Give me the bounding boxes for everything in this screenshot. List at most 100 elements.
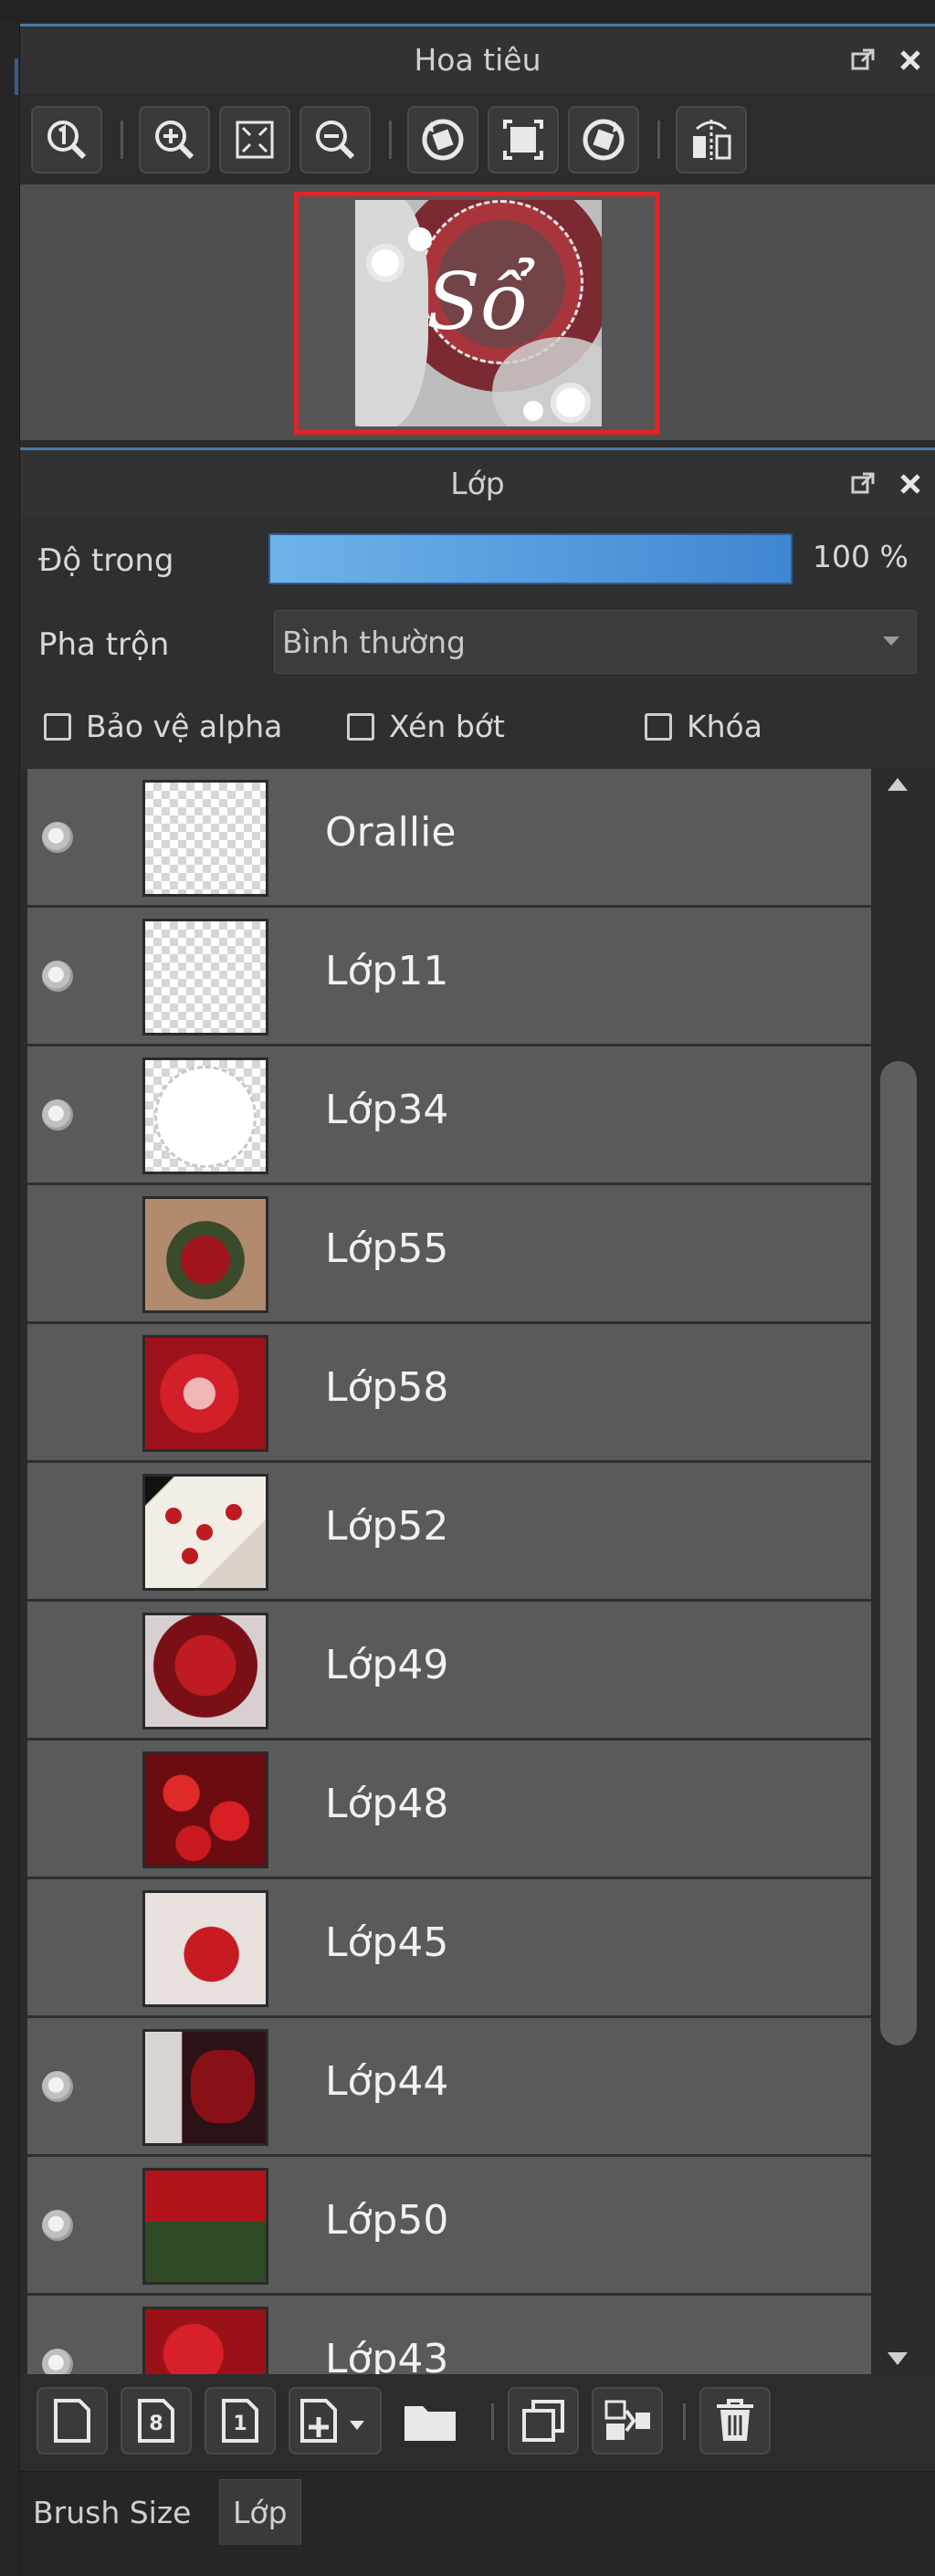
layer-row[interactable]: Lớp50 <box>27 2157 871 2296</box>
checkbox-box[interactable] <box>347 712 374 741</box>
navigator-panel: Hoa tiêu <box>20 24 935 93</box>
navigator-viewport-frame[interactable]: Sổ <box>294 192 659 435</box>
layer-name: Orallie <box>325 809 457 856</box>
layer-thumbnail <box>142 1474 268 1591</box>
new-8bit-layer-button[interactable]: 8 <box>121 2387 192 2455</box>
layer-thumbnail <box>142 1057 268 1174</box>
fit-window-icon <box>503 120 543 160</box>
tab-layers[interactable]: Lớp <box>219 2479 301 2545</box>
visibility-toggle[interactable] <box>42 1099 73 1130</box>
lock-checkbox[interactable]: Khóa <box>645 709 762 744</box>
checkbox-box[interactable] <box>645 712 672 741</box>
new-1bit-layer-button[interactable]: 1 <box>205 2387 276 2455</box>
zoom-actual-button[interactable] <box>31 106 102 173</box>
layer-row[interactable]: Lớp45 <box>27 1879 871 2018</box>
layer-list-scrollbar[interactable] <box>875 769 922 2374</box>
scrollbar-thumb[interactable] <box>880 1061 917 2045</box>
close-icon[interactable] <box>897 47 924 74</box>
layer-row[interactable]: Lớp44 <box>27 2018 871 2157</box>
zoom-in-icon <box>155 121 194 160</box>
visibility-toggle[interactable] <box>42 2210 73 2241</box>
layer-list[interactable]: Orallie Lớp11 Lớp34 Lớp55 Lớp58 Lớp52 Lớ… <box>27 769 871 2374</box>
layers-panel: Lớp <box>20 447 935 517</box>
layer-row[interactable]: Lớp43 <box>27 2296 871 2374</box>
layer-name: Lớp52 <box>325 1503 449 1550</box>
zoom-out-icon <box>316 121 355 160</box>
duplicate-layer-icon <box>522 2400 564 2442</box>
add-layer-menu-button[interactable] <box>289 2387 382 2455</box>
new-folder-button[interactable] <box>394 2387 466 2455</box>
layer-thumbnail <box>142 1613 268 1730</box>
blend-mode-select[interactable]: Bình thường <box>274 610 917 674</box>
top-strip <box>0 0 935 22</box>
scroll-up-icon[interactable] <box>888 778 908 791</box>
flip-horizontal-icon <box>693 120 731 160</box>
layer-row[interactable]: Lớp48 <box>27 1740 871 1879</box>
popout-icon[interactable] <box>849 470 877 498</box>
blend-mode-value: Bình thường <box>282 624 466 660</box>
layer-row[interactable]: Lớp55 <box>27 1185 871 1324</box>
close-icon[interactable] <box>897 470 924 498</box>
new-layer-button[interactable] <box>37 2387 108 2455</box>
toolbar-separator <box>491 2403 494 2440</box>
tab-label: Lớp <box>233 2495 288 2530</box>
protect-alpha-label: Bảo vệ alpha <box>86 709 283 744</box>
layer-thumbnail <box>142 1196 268 1313</box>
opacity-label: Độ trong <box>38 542 174 579</box>
preview-text: Sổ <box>426 257 529 348</box>
layer-thumbnail <box>142 1890 268 2007</box>
layer-row[interactable]: Orallie <box>27 769 871 908</box>
layer-row[interactable]: Lớp58 <box>27 1324 871 1463</box>
rotate-right-icon <box>583 119 625 161</box>
delete-layer-button[interactable] <box>699 2387 771 2455</box>
clipping-checkbox[interactable]: Xén bớt <box>347 709 505 744</box>
layer-thumbnail <box>142 1751 268 1868</box>
tab-label: Brush Size <box>33 2494 192 2530</box>
blend-label: Pha trộn <box>38 626 170 663</box>
layer-row[interactable]: Lớp52 <box>27 1463 871 1602</box>
checkbox-box[interactable] <box>44 712 71 741</box>
layer-actions-toolbar: 8 1 <box>20 2374 935 2471</box>
delete-layer-icon <box>717 2399 753 2441</box>
duplicate-layer-button[interactable] <box>508 2387 579 2455</box>
zoom-in-button[interactable] <box>139 106 210 173</box>
layer-name: Lớp34 <box>325 1087 449 1133</box>
opacity-slider[interactable] <box>268 533 793 584</box>
visibility-toggle[interactable] <box>42 2071 73 2102</box>
navigator-canvas-preview: Sổ <box>355 200 602 426</box>
layer-thumbnail <box>142 2168 268 2285</box>
visibility-toggle[interactable] <box>42 961 73 992</box>
layer-name: Lớp49 <box>325 1642 449 1688</box>
new-8bit-layer-icon: 8 <box>138 2399 174 2443</box>
fit-screen-button[interactable] <box>219 106 290 173</box>
flip-horizontal-button[interactable] <box>676 106 747 173</box>
merge-layer-button[interactable] <box>592 2387 663 2455</box>
layer-row[interactable]: Lớp11 <box>27 908 871 1046</box>
navigator-preview-area[interactable]: Sổ <box>20 184 935 440</box>
toolbar-separator <box>683 2403 686 2440</box>
rotate-left-icon <box>422 119 464 161</box>
layer-name: Lớp11 <box>325 948 449 994</box>
layer-name: Lớp48 <box>325 1781 449 1827</box>
layer-thumbnail <box>142 780 268 897</box>
zoom-actual-icon <box>47 121 87 160</box>
folder-icon <box>404 2406 456 2441</box>
protect-alpha-checkbox[interactable]: Bảo vệ alpha <box>44 709 282 744</box>
toolbar-separator <box>657 121 660 159</box>
navigator-toolbar <box>20 93 935 184</box>
fit-screen-icon <box>236 121 274 159</box>
visibility-toggle[interactable] <box>42 822 73 853</box>
layer-thumbnail <box>142 919 268 1036</box>
layer-row[interactable]: Lớp34 <box>27 1046 871 1185</box>
rotate-right-button[interactable] <box>568 106 639 173</box>
tab-brush-size[interactable]: Brush Size <box>20 2479 204 2545</box>
fit-window-button[interactable] <box>488 106 559 173</box>
visibility-toggle[interactable] <box>42 2349 73 2374</box>
scroll-down-icon[interactable] <box>888 2352 908 2365</box>
layer-row[interactable]: Lớp49 <box>27 1602 871 1740</box>
new-1bit-layer-icon: 1 <box>222 2399 258 2443</box>
rotate-left-button[interactable] <box>407 106 478 173</box>
layer-name: Lớp44 <box>325 2058 449 2105</box>
zoom-out-button[interactable] <box>299 106 371 173</box>
popout-icon[interactable] <box>849 47 877 74</box>
